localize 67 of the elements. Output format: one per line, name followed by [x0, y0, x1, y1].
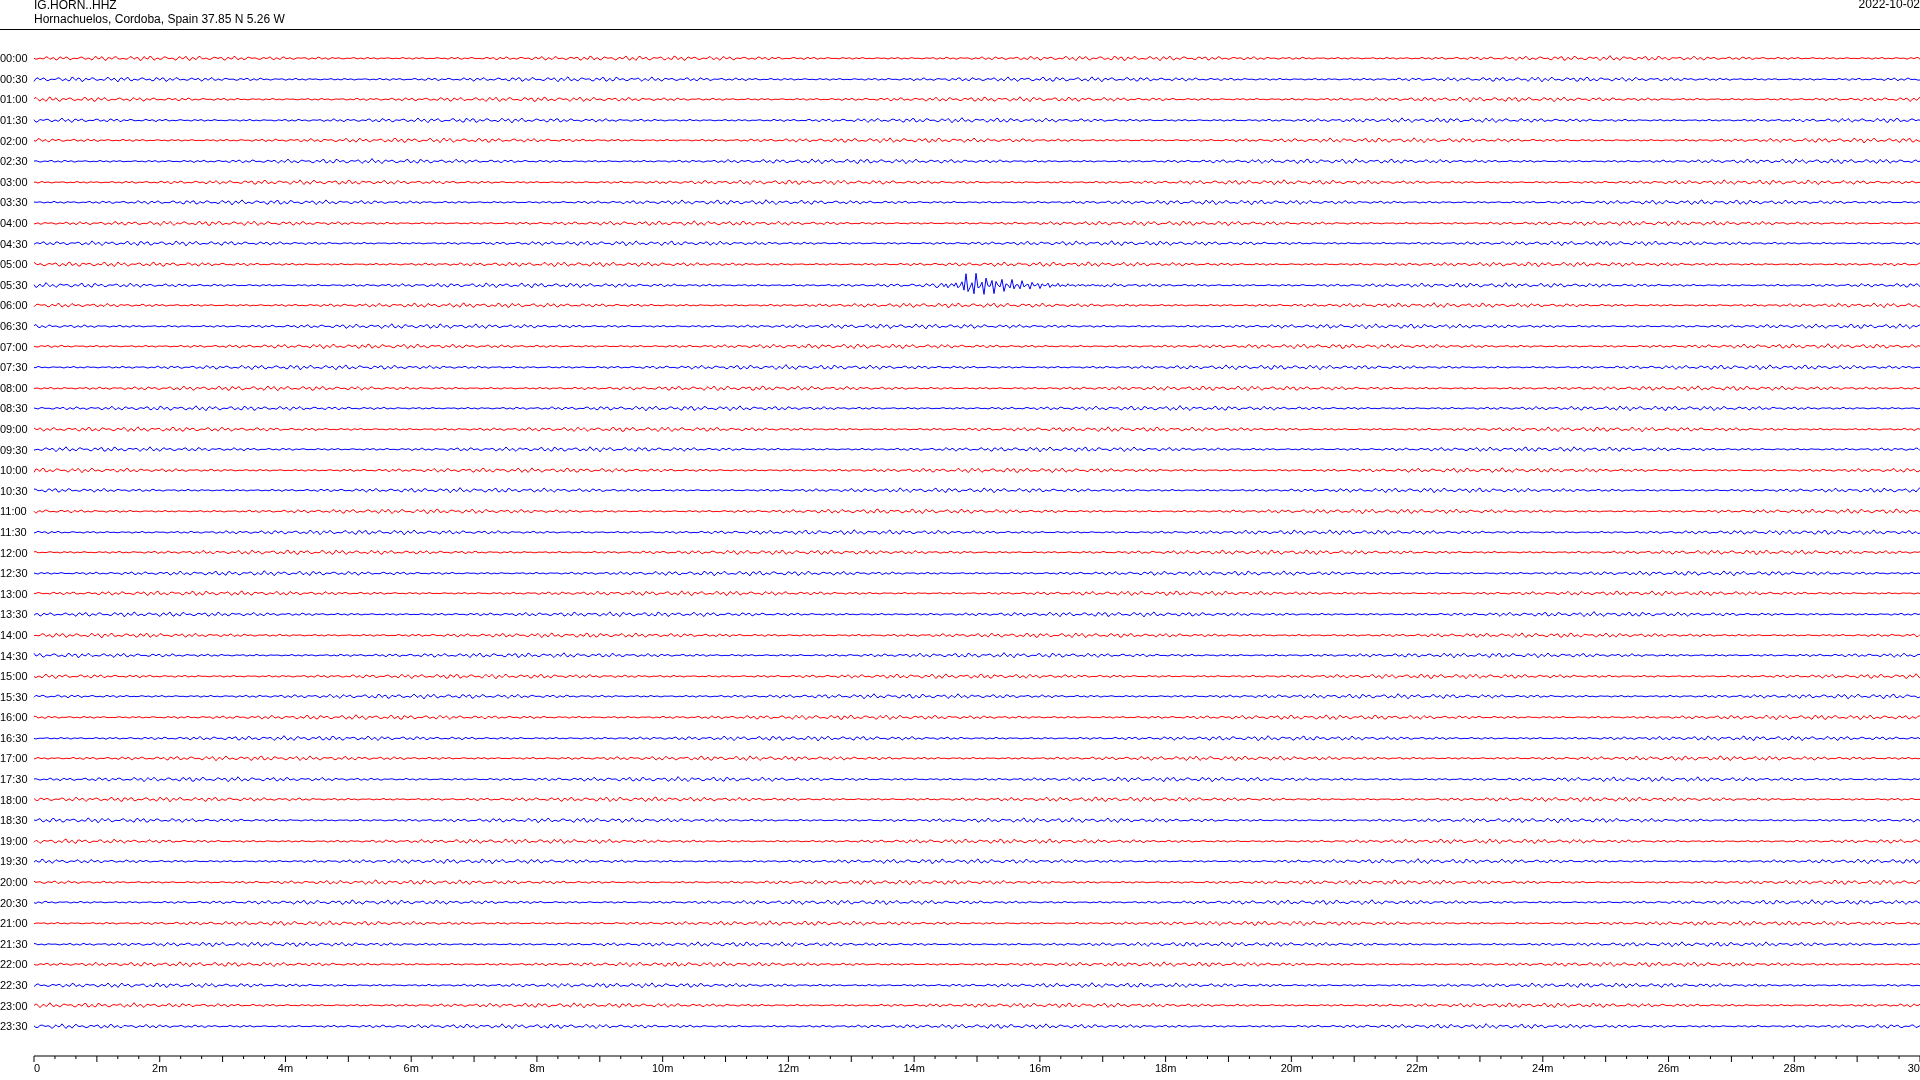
time-label: 11:00 — [0, 505, 28, 518]
time-label: 21:00 — [0, 917, 29, 930]
time-label: 05:00 — [0, 258, 29, 271]
axis-label: 12m — [777, 1061, 800, 1074]
axis-label: 28m — [1783, 1061, 1805, 1074]
axis-label: 26m — [1657, 1061, 1680, 1074]
time-label: 12:30 — [0, 567, 29, 580]
axis-label: 20m — [1280, 1061, 1303, 1074]
time-label: 16:00 — [0, 711, 29, 724]
station-code: IG.HORN..HHZ — [34, 0, 118, 12]
time-label: 19:30 — [0, 855, 29, 868]
time-label: 08:00 — [0, 381, 29, 394]
axis-label: 30 — [1907, 1061, 1920, 1074]
time-label: 16:30 — [0, 731, 29, 744]
time-label: 04:00 — [0, 217, 29, 230]
axis-label: 0 — [34, 1061, 41, 1074]
time-label: 07:00 — [0, 340, 29, 353]
time-label: 17:30 — [0, 773, 29, 786]
time-label: 08:30 — [0, 402, 29, 415]
axis-label: 16m — [1029, 1061, 1051, 1074]
time-label: 22:30 — [0, 979, 29, 991]
time-label: 23:30 — [0, 1020, 29, 1033]
time-label: 03:30 — [0, 196, 29, 209]
axis-label: 14m — [903, 1061, 925, 1074]
time-label: 07:30 — [0, 361, 29, 374]
time-label: 09:30 — [0, 443, 29, 456]
date-label: 2022-10-02 — [1858, 0, 1920, 13]
time-label: 18:00 — [0, 793, 29, 806]
axis-label: 6m — [403, 1061, 419, 1074]
time-label: 23:00 — [0, 999, 29, 1012]
time-label: 02:30 — [0, 155, 29, 168]
axis-label: 2m — [152, 1061, 168, 1074]
time-label: 13:00 — [0, 587, 29, 600]
time-label: 04:30 — [0, 237, 29, 250]
time-label: 22:00 — [0, 958, 29, 971]
time-label: 00:00 — [0, 52, 29, 65]
time-label: 12:00 — [0, 546, 29, 559]
time-label: 19:00 — [0, 834, 29, 847]
time-label: 06:00 — [0, 299, 29, 312]
time-label: 10:00 — [0, 464, 29, 477]
time-label: 03:00 — [0, 175, 29, 188]
time-label: 00:30 — [0, 72, 29, 85]
time-label: 14:30 — [0, 649, 29, 662]
time-label: 10:30 — [0, 484, 29, 497]
axis-label: 4m — [277, 1061, 294, 1074]
time-label: 05:30 — [0, 278, 29, 291]
time-label: 09:00 — [0, 423, 29, 435]
time-label: 20:30 — [0, 896, 29, 909]
time-label: 15:30 — [0, 690, 29, 703]
time-label: 06:30 — [0, 320, 29, 332]
axis-label: 24m — [1532, 1061, 1554, 1074]
time-label: 01:00 — [0, 93, 29, 106]
axis-label: 22m — [1406, 1061, 1428, 1074]
time-label: 14:00 — [0, 628, 29, 641]
time-label: 20:00 — [0, 876, 29, 889]
time-label: 01:30 — [0, 114, 29, 127]
time-label: 02:00 — [0, 134, 29, 147]
axis-label: 18m — [1154, 1061, 1177, 1074]
time-label: 13:30 — [0, 608, 29, 621]
time-label: 15:00 — [0, 670, 29, 683]
time-label: 11:30 — [0, 525, 28, 538]
time-label: 17:00 — [0, 752, 29, 765]
time-label: 21:30 — [0, 937, 29, 950]
time-label: 18:30 — [0, 814, 29, 827]
axis-label: 10m — [651, 1061, 674, 1074]
station-location: Hornachuelos, Cordoba, Spain 37.85 N 5.26 W — [34, 12, 285, 26]
axis-label: 8m — [529, 1061, 545, 1074]
